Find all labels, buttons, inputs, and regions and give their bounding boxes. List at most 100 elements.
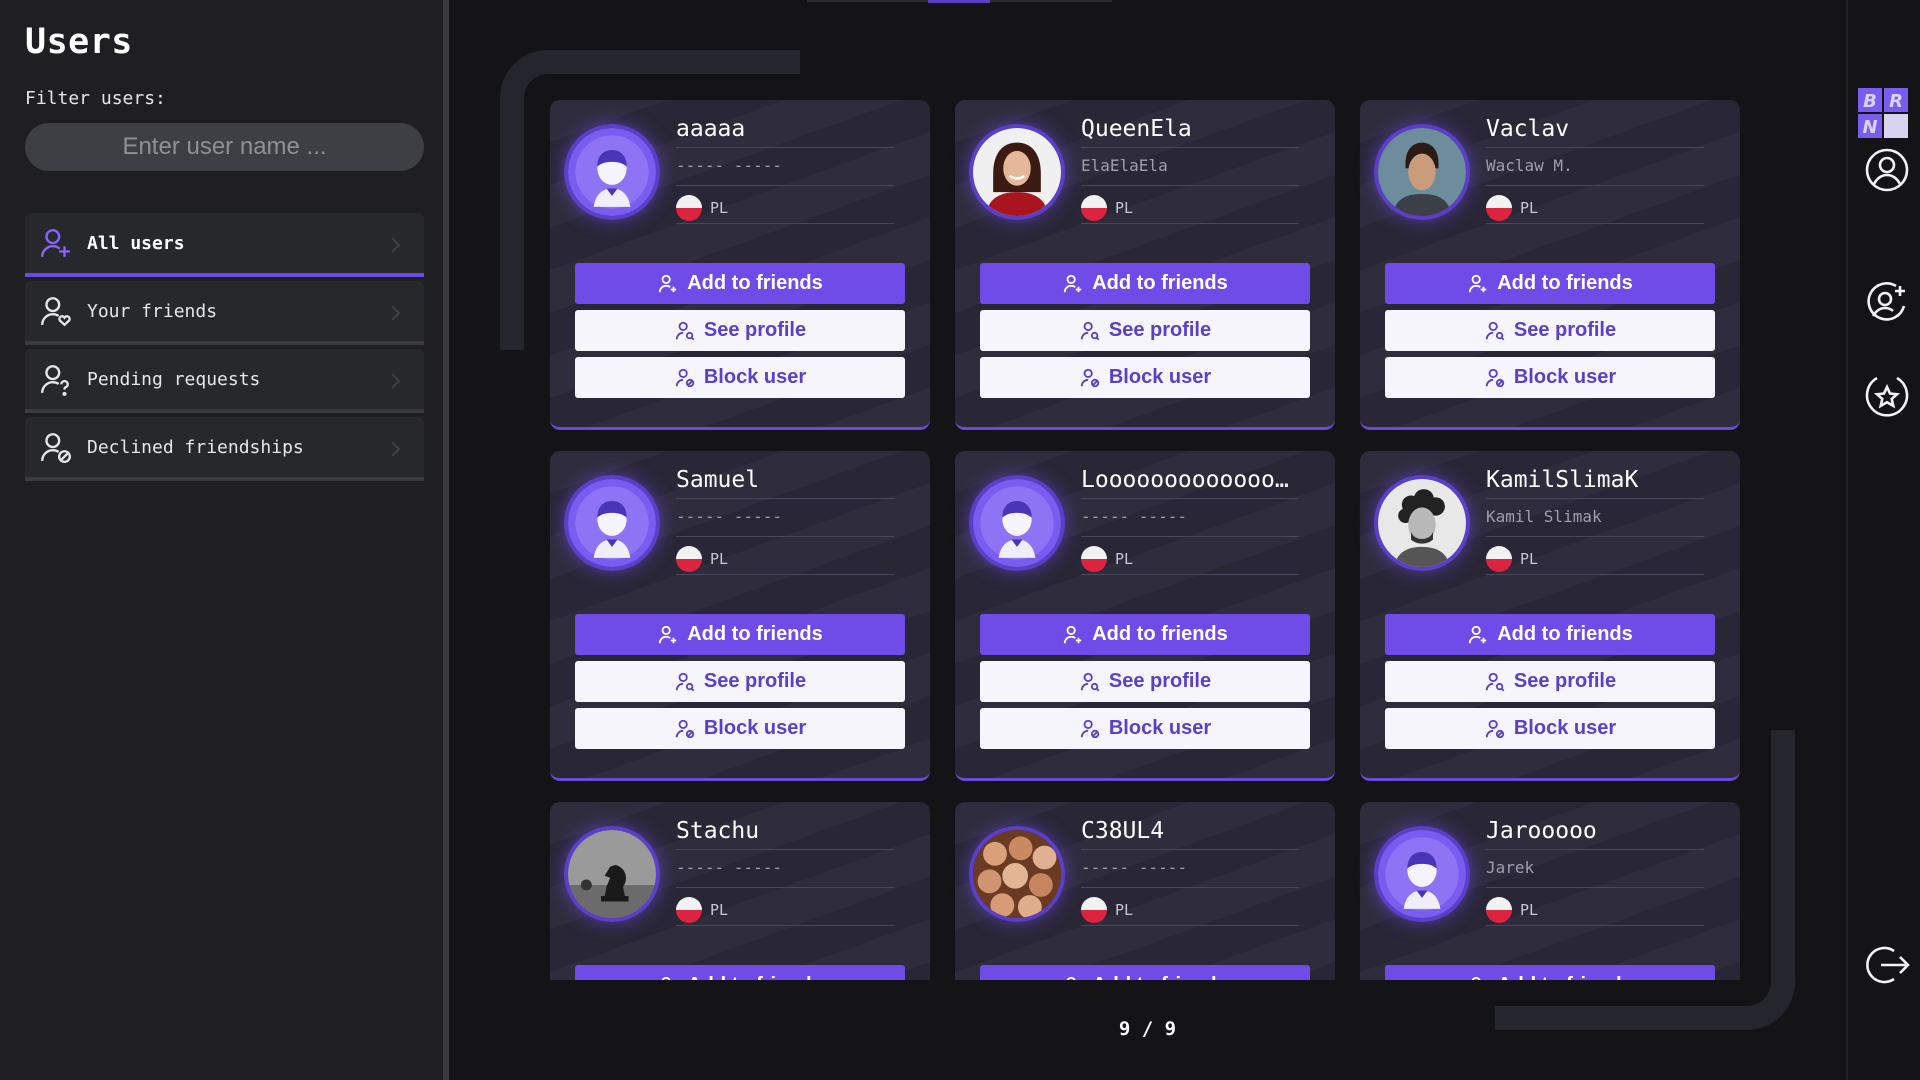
page-title: Users xyxy=(25,22,133,62)
user-search-icon xyxy=(1485,672,1505,691)
button-label: Add to friends xyxy=(687,974,823,980)
add-friend-icon[interactable] xyxy=(1864,280,1910,326)
avatar[interactable] xyxy=(969,124,1065,220)
button-label: Add to friends xyxy=(1092,623,1228,645)
fullname: ----- ----- xyxy=(676,858,894,888)
user-block-icon xyxy=(675,719,695,738)
see-profile-button[interactable]: See profile xyxy=(980,661,1310,702)
add-to-friends-button[interactable]: Add to friends xyxy=(980,614,1310,655)
button-label: Block user xyxy=(703,717,807,739)
chevron-right-icon xyxy=(391,441,401,457)
button-label: See profile xyxy=(1513,319,1617,341)
avatar[interactable] xyxy=(564,124,660,220)
user-plus-icon xyxy=(1469,274,1487,292)
user-card: QueenEla ElaElaEla PL Add to friends See… xyxy=(955,100,1335,430)
svg-text:B: B xyxy=(1863,91,1877,112)
app-logo[interactable]: B R N xyxy=(1858,88,1908,138)
add-to-friends-button[interactable]: Add to friends xyxy=(980,263,1310,304)
poland-flag-icon xyxy=(676,896,702,923)
avatar[interactable] xyxy=(1374,826,1470,922)
add-to-friends-button[interactable]: Add to friends xyxy=(1385,263,1715,304)
favorite-star-icon[interactable] xyxy=(1864,373,1910,419)
user-plus-icon xyxy=(1066,976,1076,980)
username: QueenEla xyxy=(1081,116,1299,148)
add-to-friends-button[interactable]: Add to friends xyxy=(1385,614,1715,655)
add-to-friends-button[interactable]: Add to friends xyxy=(575,965,905,980)
nav-label: Declined friendships xyxy=(87,436,304,458)
user-search-icon xyxy=(1080,672,1100,691)
svg-text:N: N xyxy=(1862,117,1877,138)
block-user-button[interactable]: Block user xyxy=(575,708,905,749)
country-code: PL xyxy=(1520,549,1539,568)
username: Looooooooooooo... xyxy=(1081,467,1299,499)
block-user-button[interactable]: Block user xyxy=(980,357,1310,398)
username: Vaclav xyxy=(1486,116,1704,148)
avatar[interactable] xyxy=(969,475,1065,571)
block-user-button[interactable]: Block user xyxy=(575,357,905,398)
see-profile-button[interactable]: See profile xyxy=(575,310,905,351)
nav-item-declined-friendships[interactable]: Declined friendships xyxy=(25,417,424,481)
block-user-button[interactable]: Block user xyxy=(980,708,1310,749)
avatar[interactable] xyxy=(564,826,660,922)
poland-flag-icon xyxy=(1486,194,1512,221)
add-to-friends-button[interactable]: Add to friends xyxy=(575,263,905,304)
button-label: Block user xyxy=(1513,717,1617,739)
user-plus-icon xyxy=(659,625,677,643)
logout-icon[interactable] xyxy=(1864,942,1910,988)
country-code: PL xyxy=(1520,198,1539,217)
add-to-friends-button[interactable]: Add to friends xyxy=(980,965,1310,980)
button-label: Block user xyxy=(1108,366,1212,388)
country-code: PL xyxy=(710,549,729,568)
country-code: PL xyxy=(710,198,729,217)
nav-item-pending-requests[interactable]: Pending requests xyxy=(25,349,424,413)
search-input[interactable] xyxy=(25,123,424,171)
button-label: Block user xyxy=(703,366,807,388)
avatar[interactable] xyxy=(564,475,660,571)
user-block-icon xyxy=(1485,368,1505,387)
see-profile-button[interactable]: See profile xyxy=(1385,310,1715,351)
pagination-indicator: 9 / 9 xyxy=(1118,1018,1177,1040)
username: KamilSlimaK xyxy=(1486,467,1704,499)
block-user-button[interactable]: Block user xyxy=(1385,357,1715,398)
country-code: PL xyxy=(1115,198,1134,217)
add-to-friends-button[interactable]: Add to friends xyxy=(575,614,905,655)
user-plus-icon xyxy=(1471,976,1481,980)
country: PL xyxy=(1081,894,1299,926)
button-label: See profile xyxy=(1108,319,1212,341)
default-avatar-icon xyxy=(973,479,1061,567)
see-profile-button[interactable]: See profile xyxy=(980,310,1310,351)
profile-icon[interactable] xyxy=(1864,147,1910,193)
see-profile-button[interactable]: See profile xyxy=(1385,661,1715,702)
chess-knight-photo-icon xyxy=(568,830,656,918)
nav-item-your-friends[interactable]: Your friends xyxy=(25,281,424,345)
see-profile-button[interactable]: See profile xyxy=(575,661,905,702)
filter-label: Filter users: xyxy=(25,88,166,109)
add-to-friends-button[interactable]: Add to friends xyxy=(1385,965,1715,980)
user-card: Stachu ----- ----- PL Add to friends See… xyxy=(550,802,930,980)
user-search-icon xyxy=(675,321,695,340)
button-label: Add to friends xyxy=(1497,272,1633,294)
block-user-button[interactable]: Block user xyxy=(1385,708,1715,749)
user-card: Samuel ----- ----- PL Add to friends See… xyxy=(550,451,930,781)
nav-label: All users xyxy=(87,232,185,254)
country-code: PL xyxy=(710,900,729,919)
man-photo-icon xyxy=(1378,128,1466,216)
user-card: aaaaa ----- ----- PL Add to friends See … xyxy=(550,100,930,430)
poland-flag-icon xyxy=(676,545,702,572)
user-cards-grid[interactable]: aaaaa ----- ----- PL Add to friends See … xyxy=(540,95,1770,980)
nav-item-all-users[interactable]: All users xyxy=(25,213,424,277)
fullname: Waclaw M. xyxy=(1486,156,1704,186)
chevron-right-icon xyxy=(391,373,401,389)
avatar[interactable] xyxy=(1374,475,1470,571)
nav-label: Your friends xyxy=(87,300,218,322)
button-label: Add to friends xyxy=(1092,974,1228,980)
avatar[interactable] xyxy=(969,826,1065,922)
curly-man-photo-icon xyxy=(1378,479,1466,567)
avatar[interactable] xyxy=(1374,124,1470,220)
country: PL xyxy=(1486,894,1704,926)
user-plus-icon xyxy=(1064,274,1082,292)
poland-flag-icon xyxy=(1486,545,1512,572)
user-block-icon xyxy=(1080,368,1100,387)
user-plus-icon xyxy=(659,274,677,292)
country: PL xyxy=(676,192,894,224)
